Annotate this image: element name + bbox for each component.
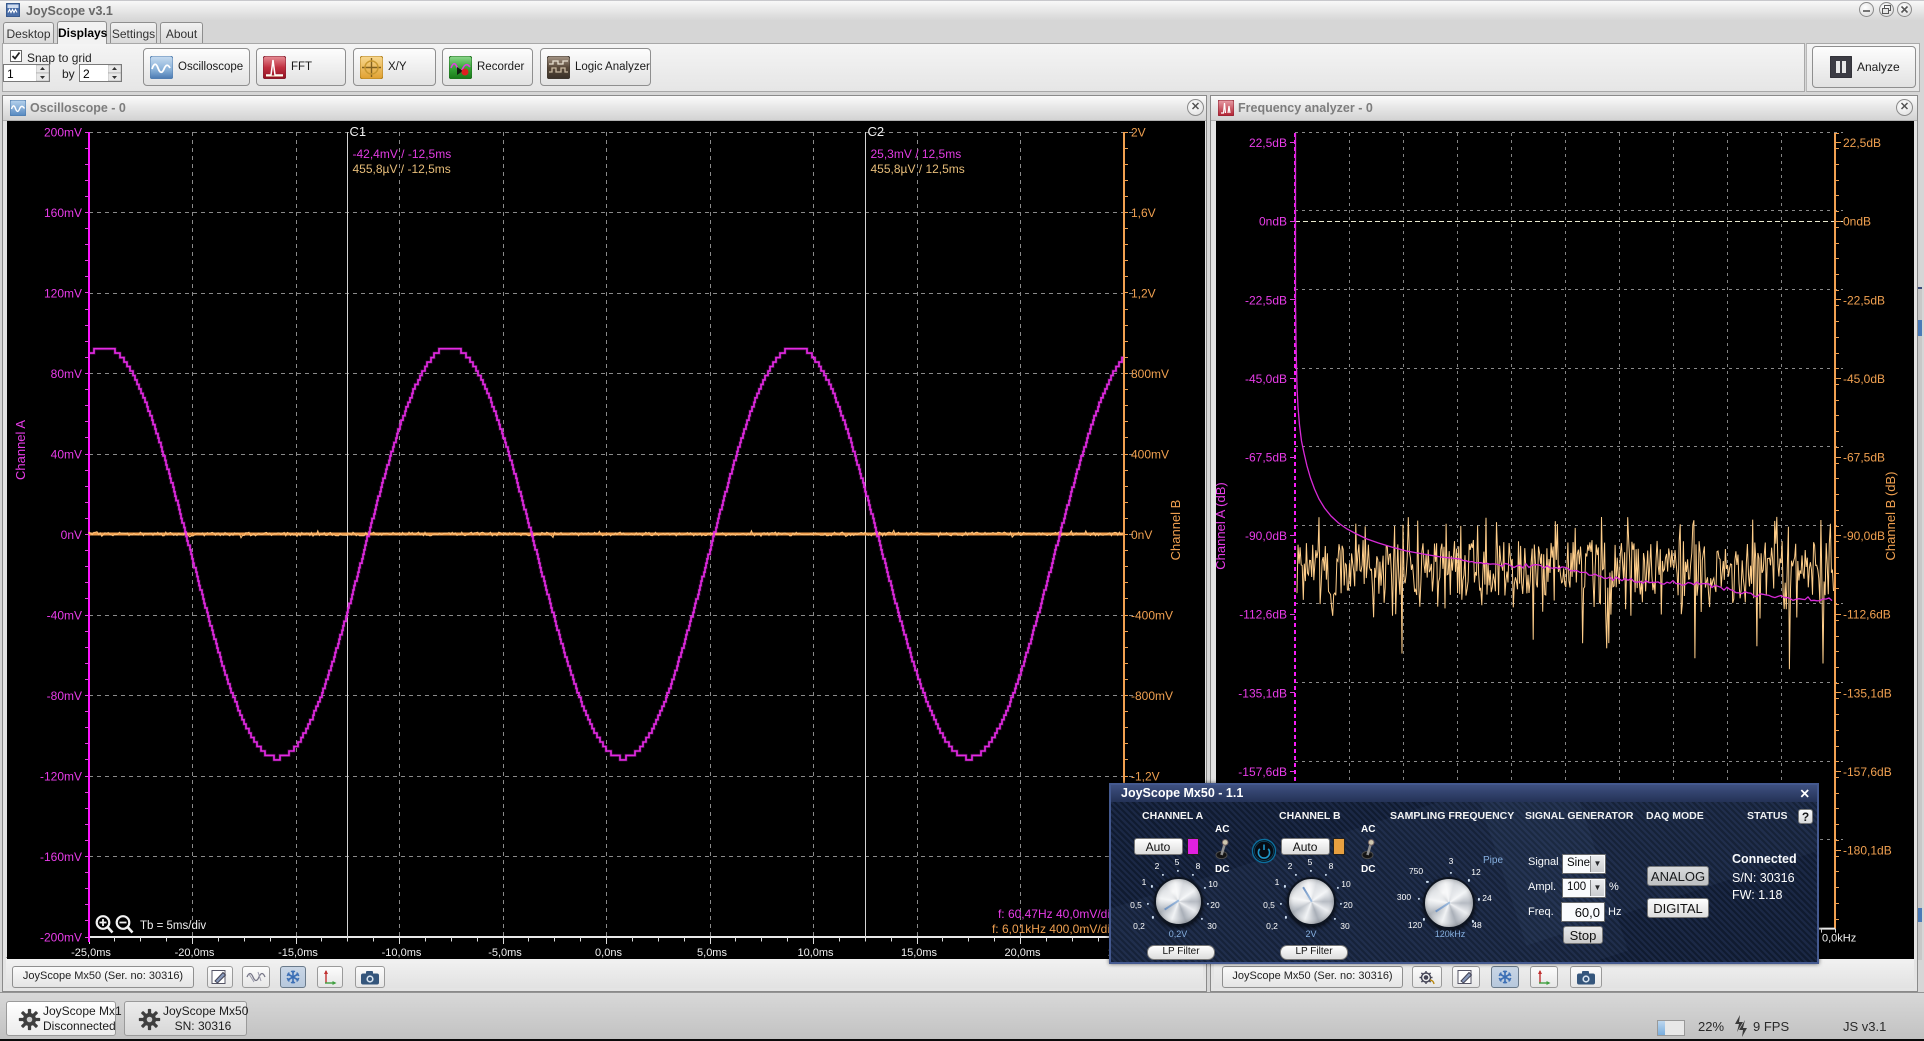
svg-text:2V: 2V bbox=[1131, 126, 1146, 140]
svg-text:40mV: 40mV bbox=[51, 448, 82, 462]
svg-text:-42,4mV / -12,5ms: -42,4mV / -12,5ms bbox=[353, 147, 452, 161]
svg-text:120mV: 120mV bbox=[44, 287, 82, 301]
svg-text:-160mV: -160mV bbox=[40, 850, 82, 864]
svg-text:-180,1dB: -180,1dB bbox=[1843, 844, 1892, 858]
svg-text:5,0ms: 5,0ms bbox=[697, 947, 727, 959]
svg-text:-112,6dB: -112,6dB bbox=[1843, 608, 1891, 622]
svg-text:-157,6dB: -157,6dB bbox=[1238, 765, 1287, 779]
svg-text:20,0ms: 20,0ms bbox=[1004, 947, 1041, 959]
svg-text:Channel A: Channel A bbox=[13, 420, 28, 480]
svg-text:15,0ms: 15,0ms bbox=[901, 947, 938, 959]
svg-text:25,3mV / 12,5ms: 25,3mV / 12,5ms bbox=[871, 147, 962, 161]
svg-text:Tb = 5ms/div: Tb = 5ms/div bbox=[140, 920, 206, 932]
svg-text:-80mV: -80mV bbox=[47, 689, 82, 703]
svg-text:-40mV: -40mV bbox=[47, 609, 82, 623]
svg-text:-112,6dB: -112,6dB bbox=[1239, 608, 1287, 622]
svg-text:22,5dB: 22,5dB bbox=[1843, 136, 1881, 150]
svg-text:Channel B: Channel B bbox=[1168, 500, 1183, 561]
svg-text:-22,5dB: -22,5dB bbox=[1843, 293, 1885, 307]
svg-text:-200mV: -200mV bbox=[40, 931, 82, 945]
svg-text:Channel A (dB): Channel A (dB) bbox=[1216, 482, 1228, 569]
svg-text:C1: C1 bbox=[350, 124, 367, 139]
svg-text:-15,0ms: -15,0ms bbox=[278, 947, 318, 959]
svg-text:f: 60,47Hz 40,0mV/di: f: 60,47Hz 40,0mV/di bbox=[998, 907, 1110, 921]
svg-text:-45,0dB: -45,0dB bbox=[1843, 372, 1885, 386]
svg-text:1,6V: 1,6V bbox=[1131, 206, 1156, 220]
svg-text:-5,0ms: -5,0ms bbox=[488, 947, 522, 959]
svg-text:200mV: 200mV bbox=[44, 126, 82, 140]
svg-text:-25,0ms: -25,0ms bbox=[71, 947, 111, 959]
svg-text:-10,0ms: -10,0ms bbox=[382, 947, 422, 959]
svg-text:400mV: 400mV bbox=[1131, 448, 1169, 462]
svg-text:-67,5dB: -67,5dB bbox=[1843, 451, 1885, 465]
svg-text:-45,0dB: -45,0dB bbox=[1245, 372, 1287, 386]
svg-text:-22,5dB: -22,5dB bbox=[1245, 293, 1287, 307]
svg-text:0,0kHz: 0,0kHz bbox=[1822, 933, 1856, 945]
svg-text:-90,0dB: -90,0dB bbox=[1843, 529, 1885, 543]
svg-text:80mV: 80mV bbox=[51, 367, 82, 381]
svg-text:800mV: 800mV bbox=[1131, 367, 1169, 381]
svg-text:-400mV: -400mV bbox=[1131, 609, 1173, 623]
svg-text:160mV: 160mV bbox=[44, 206, 82, 220]
svg-text:0ndB: 0ndB bbox=[1259, 215, 1287, 229]
svg-text:22,5dB: 22,5dB bbox=[1249, 136, 1287, 150]
svg-text:455,8µV / -12,5ms: 455,8µV / -12,5ms bbox=[353, 162, 451, 176]
svg-text:-67,5dB: -67,5dB bbox=[1245, 451, 1287, 465]
svg-text:0nV: 0nV bbox=[61, 528, 82, 542]
svg-text:C2: C2 bbox=[868, 124, 885, 139]
svg-text:-135,1dB: -135,1dB bbox=[1843, 686, 1892, 700]
svg-text:455,8µV / 12,5ms: 455,8µV / 12,5ms bbox=[871, 162, 965, 176]
svg-text:f: 6,01kHz 400,0mV/di: f: 6,01kHz 400,0mV/di bbox=[992, 922, 1110, 936]
svg-text:-135,1dB: -135,1dB bbox=[1238, 686, 1287, 700]
svg-text:1,2V: 1,2V bbox=[1131, 287, 1156, 301]
svg-text:Channel B (dB): Channel B (dB) bbox=[1883, 472, 1898, 561]
svg-text:-157,6dB: -157,6dB bbox=[1843, 765, 1892, 779]
svg-text:0ndB: 0ndB bbox=[1843, 215, 1871, 229]
svg-text:0nV: 0nV bbox=[1131, 528, 1152, 542]
svg-text:-120mV: -120mV bbox=[40, 770, 82, 784]
svg-text:-1,2V: -1,2V bbox=[1131, 770, 1160, 784]
svg-text:10,0ms: 10,0ms bbox=[797, 947, 834, 959]
svg-text:0,0ns: 0,0ns bbox=[595, 947, 622, 959]
svg-text:-20,0ms: -20,0ms bbox=[175, 947, 215, 959]
svg-text:-800mV: -800mV bbox=[1131, 689, 1173, 703]
svg-text:-90,0dB: -90,0dB bbox=[1245, 529, 1287, 543]
